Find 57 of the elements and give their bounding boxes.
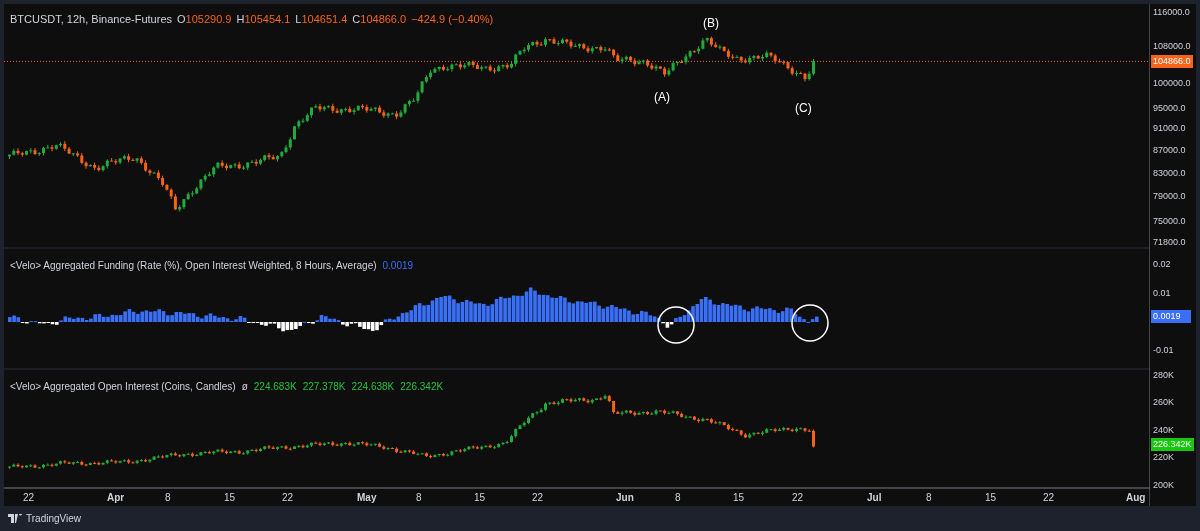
axis-label: 75000.0 <box>1153 217 1186 227</box>
axis-label: 220K <box>1153 453 1175 463</box>
axis-label: 0.02 <box>1153 260 1171 269</box>
axis-label: 22 <box>23 493 35 503</box>
value-badge: 226.342K <box>1151 437 1194 451</box>
brand-name: TradingView <box>26 512 82 526</box>
axis-label: 95000.0 <box>1153 103 1186 113</box>
axis-label: 240K <box>1153 425 1175 435</box>
axis-label: 87000.0 <box>1153 145 1186 155</box>
axis-label: Jul <box>867 493 882 503</box>
axis-label: 15 <box>474 493 486 503</box>
axis-label: 8 <box>926 493 932 503</box>
axis-label: 100000.0 <box>1153 79 1191 89</box>
ohlc-value: H105454.1 <box>236 12 291 27</box>
axis-label: 83000.0 <box>1153 168 1186 178</box>
indicator-value: 224.683K <box>253 380 297 394</box>
axis-label: 22 <box>282 493 294 503</box>
axis-label: 15 <box>733 493 745 503</box>
axis-label: 15 <box>985 493 997 503</box>
axis-label: 22 <box>792 493 804 503</box>
chart-title: BTCUSDT, 12h, Binance-Futures <box>10 12 172 27</box>
axis-label: Aug <box>1126 493 1146 503</box>
axis-label: 91000.0 <box>1153 124 1186 134</box>
axis-label: 8 <box>675 493 681 503</box>
indicator-value: 227.378K <box>302 380 346 394</box>
axis-label: 8 <box>416 493 422 503</box>
indicator-value: 224.638K <box>351 380 395 394</box>
indicator-value: 0.0019 <box>382 259 414 273</box>
price-badge: 104866.0 <box>1151 54 1193 68</box>
axis-label: May <box>357 493 377 503</box>
wave-label: (A) <box>654 91 670 103</box>
ohlc-value: C104866.0 <box>352 12 407 27</box>
axis-label: 71800.0 <box>1153 238 1186 247</box>
wave-label: (B) <box>703 17 719 29</box>
price-change: −424.9 (−0.40%) <box>411 12 494 27</box>
value-badge: 0.0019 <box>1151 310 1191 324</box>
axis-label: 260K <box>1153 398 1175 408</box>
axis-label: Jun <box>616 493 634 503</box>
indicator-title: <Velo> Aggregated Open Interest (Coins, Candles) <box>10 380 236 394</box>
ohlc-value: O105290.9 <box>177 12 232 27</box>
axis-label: -0.01 <box>1153 345 1174 355</box>
axis-label: 280K <box>1153 371 1175 380</box>
axis-label: 15 <box>224 493 236 503</box>
axis-label: 22 <box>532 493 544 503</box>
axis-label: 108000.0 <box>1153 42 1191 52</box>
indicator-title: <Velo> Aggregated Funding (Rate (%), Open Interest Weighted, 8 Hours, Average) <box>10 259 377 273</box>
axis-label: 0.01 <box>1153 288 1171 298</box>
axis-label: 22 <box>1043 493 1055 503</box>
axis-label: Apr <box>107 493 125 503</box>
symbol-label: ø <box>241 380 248 394</box>
axis-label: 116000.0 <box>1153 8 1190 17</box>
indicator-value: 226.342K <box>400 380 444 394</box>
axis-label: 79000.0 <box>1153 192 1186 202</box>
axis-label: 8 <box>165 493 171 503</box>
axis-label: 200K <box>1153 480 1175 490</box>
ohlc-value: L104651.4 <box>295 12 348 27</box>
wave-label: (C) <box>795 102 812 114</box>
